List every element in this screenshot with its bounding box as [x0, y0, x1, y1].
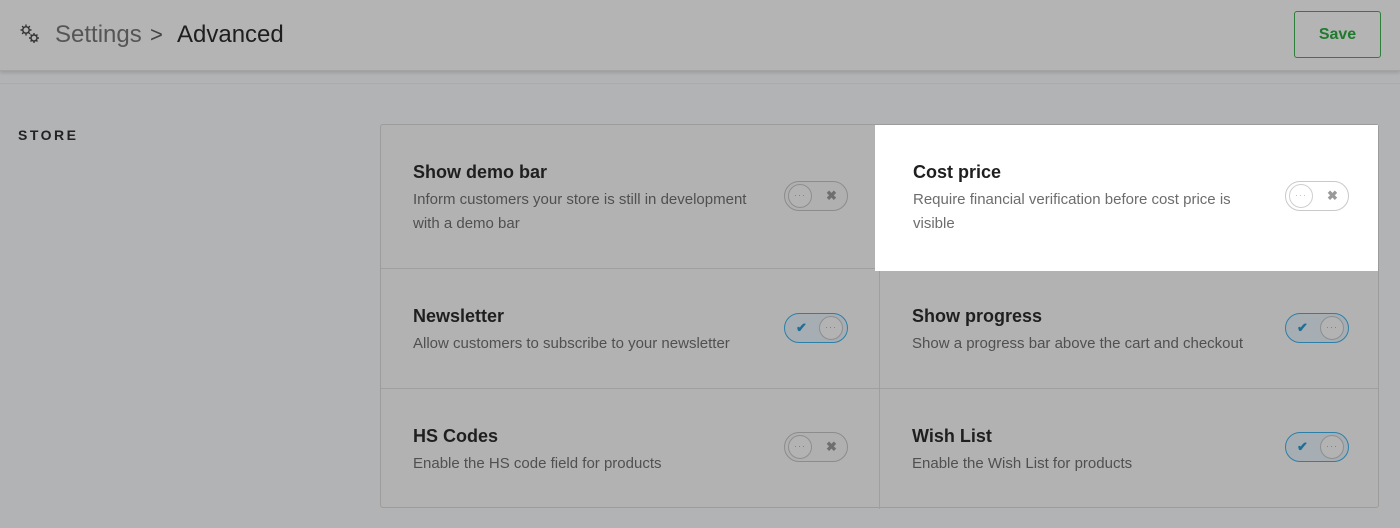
setting-title: Cost price — [913, 162, 1002, 182]
section-divider — [0, 83, 1400, 84]
setting-title: Show demo bar — [413, 162, 548, 182]
show-demo-bar-toggle[interactable]: ··· ✖ — [784, 181, 848, 211]
close-icon: ✖ — [826, 439, 837, 454]
setting-show-demo-bar: Show demo bar Inform customers your stor… — [381, 125, 879, 268]
page-title: Advanced — [177, 21, 284, 48]
breadcrumb-settings-link[interactable]: Settings — [55, 19, 142, 51]
wish-list-toggle[interactable]: ✔ ··· — [1285, 432, 1349, 462]
hs-codes-toggle[interactable]: ··· ✖ — [784, 432, 848, 462]
checkmark-icon: ✔ — [796, 320, 807, 335]
setting-wish-list: Wish List Enable the Wish List for produ… — [880, 389, 1378, 508]
toggle-knob-icon: ··· — [1289, 184, 1313, 208]
checkmark-icon: ✔ — [1297, 439, 1308, 454]
save-button[interactable]: Save — [1294, 11, 1381, 58]
setting-title: HS Codes — [413, 426, 499, 446]
newsletter-toggle[interactable]: ✔ ··· — [784, 313, 848, 343]
setting-hs-codes: HS Codes Enable the HS code field for pr… — [381, 389, 879, 508]
setting-show-progress: Show progress Show a progress bar above … — [880, 269, 1378, 388]
setting-cost-price: Cost price Require financial verificatio… — [875, 125, 1378, 271]
setting-description: Show a progress bar above the cart and c… — [912, 335, 1244, 352]
setting-newsletter: Newsletter Allow customers to subscribe … — [381, 269, 879, 388]
setting-title: Newsletter — [413, 306, 505, 326]
cost-price-toggle[interactable]: ··· ✖ — [1285, 181, 1349, 211]
toggle-knob-icon: ··· — [1320, 316, 1344, 340]
toggle-knob-icon: ··· — [788, 435, 812, 459]
close-icon: ✖ — [826, 188, 837, 203]
store-settings-card: Show demo bar Inform customers your stor… — [380, 124, 1379, 509]
gear-icon[interactable] — [18, 22, 42, 46]
section-label-store: STORE — [18, 127, 79, 143]
checkmark-icon: ✔ — [1297, 320, 1308, 335]
top-bar: Settings > Advanced Save — [0, 0, 1400, 71]
toggle-knob-icon: ··· — [819, 316, 843, 340]
setting-title: Wish List — [912, 426, 992, 446]
setting-description: Enable the HS code field for products — [413, 455, 662, 472]
setting-description: Require financial verification before co… — [913, 191, 1231, 232]
setting-description: Allow customers to subscribe to your new… — [413, 335, 730, 352]
close-icon: ✖ — [1327, 188, 1338, 203]
setting-title: Show progress — [912, 306, 1043, 326]
breadcrumb-chevron-icon: > — [150, 22, 163, 47]
toggle-knob-icon: ··· — [788, 184, 812, 208]
setting-description: Inform customers your store is still in … — [413, 191, 747, 232]
setting-description: Enable the Wish List for products — [912, 455, 1133, 472]
toggle-knob-icon: ··· — [1320, 435, 1344, 459]
show-progress-toggle[interactable]: ✔ ··· — [1285, 313, 1349, 343]
